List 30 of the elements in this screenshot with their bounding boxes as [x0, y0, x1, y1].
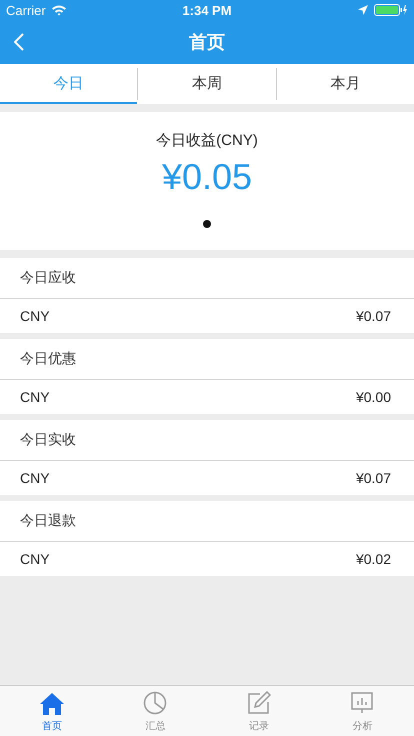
currency-label: CNY [20, 551, 50, 567]
wifi-icon [50, 4, 67, 16]
back-chevron-icon [14, 33, 24, 51]
amount-value: ¥0.00 [356, 389, 391, 405]
page-title: 首页 [189, 31, 225, 54]
amount-value: ¥0.02 [356, 551, 391, 567]
amount-value: ¥0.07 [356, 308, 391, 324]
bar-chart-icon [350, 691, 374, 715]
battery-icon [374, 4, 408, 16]
section-title: 今日退款 [20, 512, 76, 530]
carrier-name: Carrier [6, 2, 46, 18]
tab-bar-item[interactable]: 记录 [207, 686, 310, 736]
tab-bar-item[interactable]: 汇总 [104, 686, 207, 736]
currency-label: CNY [20, 389, 50, 405]
section-title: 今日实收 [20, 431, 76, 449]
edit-icon [246, 691, 271, 715]
summary-amount: ¥0.05 [162, 156, 252, 198]
status-time: 1:34 PM [182, 2, 232, 18]
currency-label: CNY [20, 470, 50, 486]
section-title: 今日优惠 [20, 350, 76, 368]
currency-label: CNY [20, 308, 50, 324]
tab-bar-item[interactable]: 分析 [310, 686, 414, 736]
page-indicator-dot [203, 220, 211, 228]
tab-bar-item[interactable]: 首页 [0, 686, 104, 736]
summary-title: 今日收益(CNY) [156, 131, 258, 150]
section-title: 今日应收 [20, 269, 76, 287]
amount-value: ¥0.07 [356, 470, 391, 486]
location-arrow-icon [358, 5, 368, 15]
pie-chart-icon [143, 691, 168, 715]
home-icon [40, 693, 64, 715]
